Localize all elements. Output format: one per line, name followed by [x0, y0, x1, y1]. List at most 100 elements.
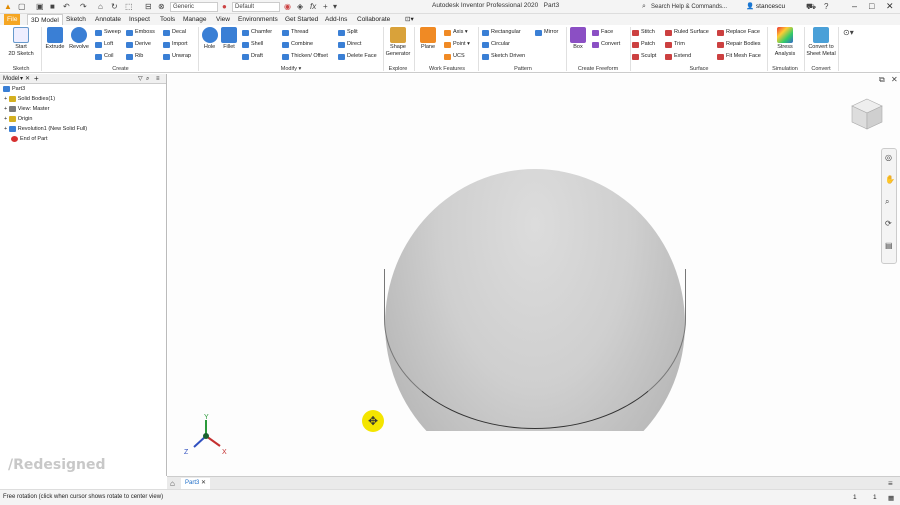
fx-icon[interactable]: fx	[310, 2, 316, 12]
revolve-button[interactable]: Revolve	[67, 27, 91, 51]
emboss-button[interactable]: Emboss	[126, 29, 155, 36]
appearance-select[interactable]: Default	[232, 2, 280, 12]
tab-environments[interactable]: Environments	[235, 14, 281, 25]
tab-view[interactable]: View	[213, 14, 233, 25]
combine-button[interactable]: Combine	[282, 41, 313, 48]
orbit-icon[interactable]: ⟳	[885, 219, 892, 228]
ucs-button[interactable]: UCS	[444, 53, 465, 60]
tab-sketch[interactable]: Sketch	[63, 14, 89, 25]
thicken-offset-button[interactable]: Thicken/ Offset	[282, 53, 328, 60]
point-button[interactable]: Point ▾	[444, 41, 470, 48]
close-document-icon[interactable]: ✕	[201, 480, 206, 486]
status-panel-icon[interactable]: ▦	[888, 494, 894, 502]
extrude-button[interactable]: Extrude	[43, 27, 67, 51]
viewport-close-icon[interactable]: ✕	[891, 75, 898, 84]
unwrap-button[interactable]: Unwrap	[163, 53, 191, 60]
tree-item-end-of-part[interactable]: End of Part	[0, 134, 166, 144]
maximize-icon[interactable]: □	[869, 1, 874, 12]
open-icon[interactable]: ▣	[36, 2, 44, 12]
qa-dropdown-icon[interactable]: ▾	[333, 2, 337, 12]
ribbon-options-icon[interactable]: ⊡▾	[402, 14, 417, 25]
face-button[interactable]: Face	[592, 29, 613, 36]
direct-button[interactable]: Direct	[338, 41, 361, 48]
filter-icon[interactable]: ▽	[138, 74, 143, 84]
loft-button[interactable]: Loft	[95, 41, 113, 48]
derive-button[interactable]: Derive	[126, 41, 151, 48]
close-browser-icon[interactable]: ✕	[25, 74, 30, 84]
tab-menu-icon[interactable]: ≡	[888, 479, 893, 488]
rib-button[interactable]: Rib	[126, 53, 143, 60]
new-file-icon[interactable]: ▢	[18, 2, 26, 12]
viewcube[interactable]	[850, 97, 884, 131]
replace-face-button[interactable]: Replace Face	[717, 29, 760, 36]
steering-wheel-icon[interactable]: ◎	[885, 153, 892, 162]
home-tab-icon[interactable]: ⌂	[170, 479, 175, 488]
tab-tools[interactable]: Tools	[157, 14, 178, 25]
select-icon[interactable]: ⬚	[125, 2, 133, 12]
tree-item-view-master[interactable]: + View: Master	[0, 104, 166, 114]
ruled-surface-button[interactable]: Ruled Surface	[665, 29, 709, 36]
save-icon[interactable]: ■	[50, 2, 55, 12]
close-icon[interactable]: ✕	[886, 1, 894, 12]
axis-button[interactable]: Axis ▾	[444, 29, 468, 36]
tab-file[interactable]: File	[4, 14, 21, 25]
minimize-icon[interactable]: –	[852, 1, 857, 12]
mirror-button[interactable]: Mirror	[535, 29, 558, 36]
undo-icon[interactable]: ↶	[63, 2, 70, 12]
hole-button[interactable]: Hole	[200, 27, 219, 51]
coil-button[interactable]: Coil	[95, 53, 113, 60]
add-browser-icon[interactable]: +	[34, 74, 39, 84]
tab-3d-model[interactable]: 3D Model	[27, 14, 63, 25]
box-button[interactable]: Box	[568, 27, 588, 51]
tab-inspect[interactable]: Inspect	[126, 14, 153, 25]
trim-button[interactable]: Trim	[665, 41, 685, 48]
browser-menu-icon[interactable]: ≡	[156, 74, 160, 84]
graphics-viewport[interactable]: ⧉ ✕	[168, 74, 900, 476]
shell-button[interactable]: Shell	[242, 41, 263, 48]
fillet-button[interactable]: Fillet	[220, 27, 238, 51]
patch-button[interactable]: Patch	[632, 41, 655, 48]
zoom-icon[interactable]: ⌕	[885, 197, 889, 206]
import-button[interactable]: Import	[163, 41, 188, 48]
tab-annotate[interactable]: Annotate	[92, 14, 124, 25]
tree-item-origin[interactable]: + Origin	[0, 114, 166, 124]
draft-button[interactable]: Draft	[242, 53, 263, 60]
material-select[interactable]: Generic	[170, 2, 218, 12]
rectangular-button[interactable]: Rectangular	[482, 29, 521, 36]
browser-dropdown-icon[interactable]: ▾	[20, 74, 23, 84]
extend-button[interactable]: Extend	[665, 53, 691, 60]
split-button[interactable]: Split	[338, 29, 358, 36]
app-logo-icon[interactable]: ▲	[4, 2, 12, 12]
adjust-icon[interactable]: ◈	[297, 2, 303, 12]
thread-button[interactable]: Thread	[282, 29, 308, 36]
clear-appearance-icon[interactable]: ◉	[284, 2, 291, 12]
circular-button[interactable]: Circular	[482, 41, 510, 48]
tree-item-solid-bodies[interactable]: + Solid Bodies(1)	[0, 94, 166, 104]
model-tab[interactable]: Model	[3, 76, 19, 82]
stitch-button[interactable]: Stitch	[632, 29, 655, 36]
tab-collaborate[interactable]: Collaborate	[354, 14, 393, 25]
home-icon[interactable]: ⌂	[98, 2, 103, 12]
fit-mesh-face-button[interactable]: Fit Mesh Face	[717, 53, 761, 60]
pan-icon[interactable]: ✋	[885, 175, 895, 184]
cart-icon[interactable]: ⛟	[806, 2, 816, 12]
measure-icon[interactable]: ⊟	[145, 2, 152, 12]
redo-icon[interactable]: ↷	[80, 2, 87, 12]
shape-generator-button[interactable]: Shape Generator	[384, 27, 412, 58]
browser-search-icon[interactable]: ⌕	[146, 74, 149, 84]
update-icon[interactable]: ↻	[111, 2, 118, 12]
add-icon[interactable]: +	[323, 2, 328, 12]
tab-add-ins[interactable]: Add-Ins	[322, 14, 350, 25]
tree-item-part3[interactable]: Part3	[0, 84, 166, 94]
tab-manage[interactable]: Manage	[180, 14, 210, 25]
restore-view-icon[interactable]: ⧉	[879, 75, 885, 84]
sketch-driven-button[interactable]: Sketch Driven	[482, 53, 525, 60]
convert-button[interactable]: Convert	[592, 41, 620, 48]
tab-get-started[interactable]: Get Started	[282, 14, 321, 25]
help-icon[interactable]: ?	[824, 2, 828, 12]
plane-button[interactable]: Plane	[417, 27, 439, 51]
sculpt-button[interactable]: Sculpt	[632, 53, 656, 60]
sweep-button[interactable]: Sweep	[95, 29, 121, 36]
ribbon-settings-icon[interactable]: ⊙▾	[843, 28, 854, 37]
stress-analysis-button[interactable]: Stress Analysis	[769, 27, 801, 58]
